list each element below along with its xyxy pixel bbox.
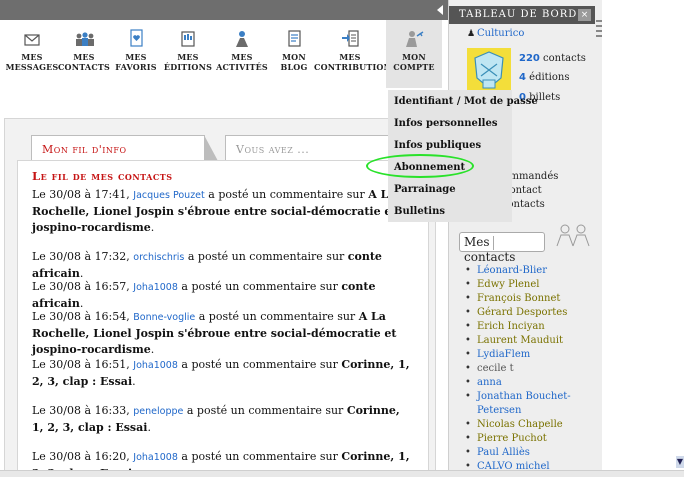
list-item[interactable]: Léonard-Blier — [465, 264, 595, 278]
heart-doc-icon — [130, 29, 143, 47]
menu-item-bulletins[interactable]: Bulletins — [394, 206, 445, 217]
activities-icon — [236, 31, 248, 47]
feed-entry: Le 30/08 à 16:54, Bonne-voglie a posté u… — [32, 309, 414, 358]
nav-mes-editions[interactable]: MES ÉDITIONS — [160, 26, 216, 88]
entry-user-link[interactable]: orchischris — [133, 252, 184, 263]
dashboard-title: TABLEAU DE BORD — [459, 9, 578, 20]
mes-contacts-tab[interactable]: Mescontacts — [459, 232, 545, 264]
contacts-label: contacts — [464, 249, 516, 264]
entry-date: Le 30/08 à 17:32, — [32, 250, 134, 263]
entry-action: a posté un commentaire sur — [183, 404, 347, 417]
list-item[interactable]: Gérard Desportes — [465, 306, 595, 320]
highlight-ellipse — [366, 154, 474, 178]
entry-action: a posté un commentaire sur — [177, 358, 342, 371]
editions-count: 4 — [519, 72, 526, 83]
entry-user-link[interactable]: Joha1008 — [133, 282, 178, 293]
nav-mes-messages[interactable]: MES MESSAGES — [4, 26, 60, 88]
user-icon: ♟ — [467, 29, 476, 39]
entry-date: Le 30/08 à 16:54, — [32, 310, 134, 323]
tab-mon-fil-info[interactable]: Mon fil d'info — [31, 135, 218, 161]
account-icon — [406, 31, 424, 47]
entry-user-link[interactable]: Jacques Pouzet — [133, 190, 205, 201]
nav-mes-favoris[interactable]: MES FAVORIS — [108, 26, 164, 88]
contacts-people-icon — [556, 224, 590, 247]
list-item[interactable]: Jonathan Bouchet-Petersen — [465, 390, 595, 418]
stat-contacts[interactable]: 220 contacts — [519, 53, 586, 64]
nav-top-strip — [0, 0, 448, 20]
main-column: Mon fil d'info Vous avez ... Le fil de m… — [4, 118, 436, 477]
list-item[interactable]: cecile t — [465, 362, 595, 376]
feed-title: Le fil de mes contacts — [32, 169, 173, 183]
list-item[interactable]: Laurent Mauduit — [465, 334, 595, 348]
dashboard-panel: TABLEAU DE BORD × ♟ Culturico 220 contact… — [448, 0, 602, 477]
tab-label: Mon fil d'info — [42, 143, 127, 156]
list-item[interactable]: Erich Inciyan — [465, 320, 595, 334]
nav-mes-activites[interactable]: MES ACTIVITÉS — [214, 26, 270, 88]
list-item[interactable]: Edwy Plenel — [465, 278, 595, 292]
list-item[interactable]: LydiaFlem — [465, 348, 595, 362]
entry-user-link[interactable]: peneloppe — [133, 406, 183, 417]
entry-end: . — [147, 421, 151, 434]
nav-mes-contacts[interactable]: MES CONTACTS — [56, 26, 112, 88]
tab-separator — [492, 235, 494, 250]
horizontal-scrollbar[interactable] — [0, 470, 684, 477]
entry-user-link[interactable]: Joha1008 — [133, 452, 178, 463]
entry-action: a posté un commentaire sur — [195, 310, 359, 323]
feed-panel: Le fil de mes contacts Le 30/08 à 17:41,… — [17, 160, 429, 477]
entry-end: . — [132, 375, 136, 388]
avatar-illustration — [474, 51, 504, 89]
nav-mon-compte[interactable]: MON COMPTE — [386, 20, 442, 88]
list-item[interactable]: Paul Alliès — [465, 446, 595, 460]
stat-editions[interactable]: 4 éditions — [519, 72, 569, 83]
list-item[interactable]: Pierre Puchot — [465, 432, 595, 446]
close-icon[interactable]: × — [578, 9, 591, 21]
drag-handle-icon[interactable] — [595, 18, 603, 42]
entry-date: Le 30/08 à 16:20, — [32, 450, 134, 463]
mes-label: Mes — [464, 235, 490, 249]
entry-action: a posté un commentaire sur — [177, 450, 342, 463]
menu-item-infos-personnelles[interactable]: Infos personnelles — [394, 118, 497, 129]
envelope-icon — [24, 34, 40, 46]
feed-entry: Le 30/08 à 17:32, orchischris a posté un… — [32, 249, 414, 282]
dashboard-username: Culturico — [477, 28, 525, 39]
entry-date: Le 30/08 à 16:33, — [32, 404, 134, 417]
contacts-count: 220 — [519, 53, 540, 64]
entry-end: . — [150, 343, 155, 356]
feed-entry: Le 30/08 à 16:57, Joha1008 a posté un co… — [32, 279, 414, 312]
list-item[interactable]: Nicolas Chapelle — [465, 418, 595, 432]
people-icon — [76, 32, 94, 46]
editions-label: éditions — [525, 72, 570, 83]
top-nav: MES MESSAGES MES CONTACTS MES FAVORIS ME… — [0, 0, 448, 92]
list-item[interactable]: François Bonnet — [465, 292, 595, 306]
menu-item-infos-publiques[interactable]: Infos publiques — [394, 140, 481, 151]
entry-action: a posté un commentaire sur — [177, 280, 342, 293]
avatar[interactable] — [467, 48, 511, 96]
entry-user-link[interactable]: Joha1008 — [133, 360, 178, 371]
contributions-icon — [342, 30, 359, 47]
list-item[interactable]: anna — [465, 376, 595, 390]
entry-user-link[interactable]: Bonne-voglie — [133, 312, 195, 323]
nav-mes-contributions[interactable]: MES CONTRIBUTIONS — [314, 26, 397, 88]
menu-item-parrainage[interactable]: Parrainage — [394, 184, 456, 195]
feed-entry: Le 30/08 à 16:33, peneloppe a posté un c… — [32, 403, 414, 436]
scroll-down-icon[interactable]: ▼ — [676, 456, 684, 468]
collapse-arrow-icon[interactable] — [437, 5, 443, 15]
feed-entry: Le 30/08 à 16:51, Joha1008 a posté un co… — [32, 357, 414, 390]
menu-item-identifiant[interactable]: Identifiant / Mot de passe — [394, 96, 538, 107]
blog-icon — [288, 30, 301, 47]
entry-date: Le 30/08 à 16:57, — [32, 280, 134, 293]
dashboard-user-link[interactable]: ♟ Culturico — [467, 28, 524, 39]
entry-date: Le 30/08 à 17:41, — [32, 188, 134, 201]
contacts-list: Léonard-Blier Edwy Plenel François Bonne… — [465, 264, 595, 474]
dashboard-header: TABLEAU DE BORD × — [449, 6, 595, 24]
editions-icon — [181, 31, 195, 47]
entry-action: a posté un commentaire sur — [184, 250, 348, 263]
entry-end: . — [150, 221, 155, 234]
entry-action: a posté un commentaire sur — [204, 188, 369, 201]
feed-entry: Le 30/08 à 17:41, Jacques Pouzet a posté… — [32, 187, 414, 236]
entry-date: Le 30/08 à 16:51, — [32, 358, 134, 371]
tab-vous-avez[interactable]: Vous avez ... — [225, 135, 395, 161]
tab-label: Vous avez ... — [236, 143, 310, 156]
contacts-label: contacts — [539, 53, 586, 64]
